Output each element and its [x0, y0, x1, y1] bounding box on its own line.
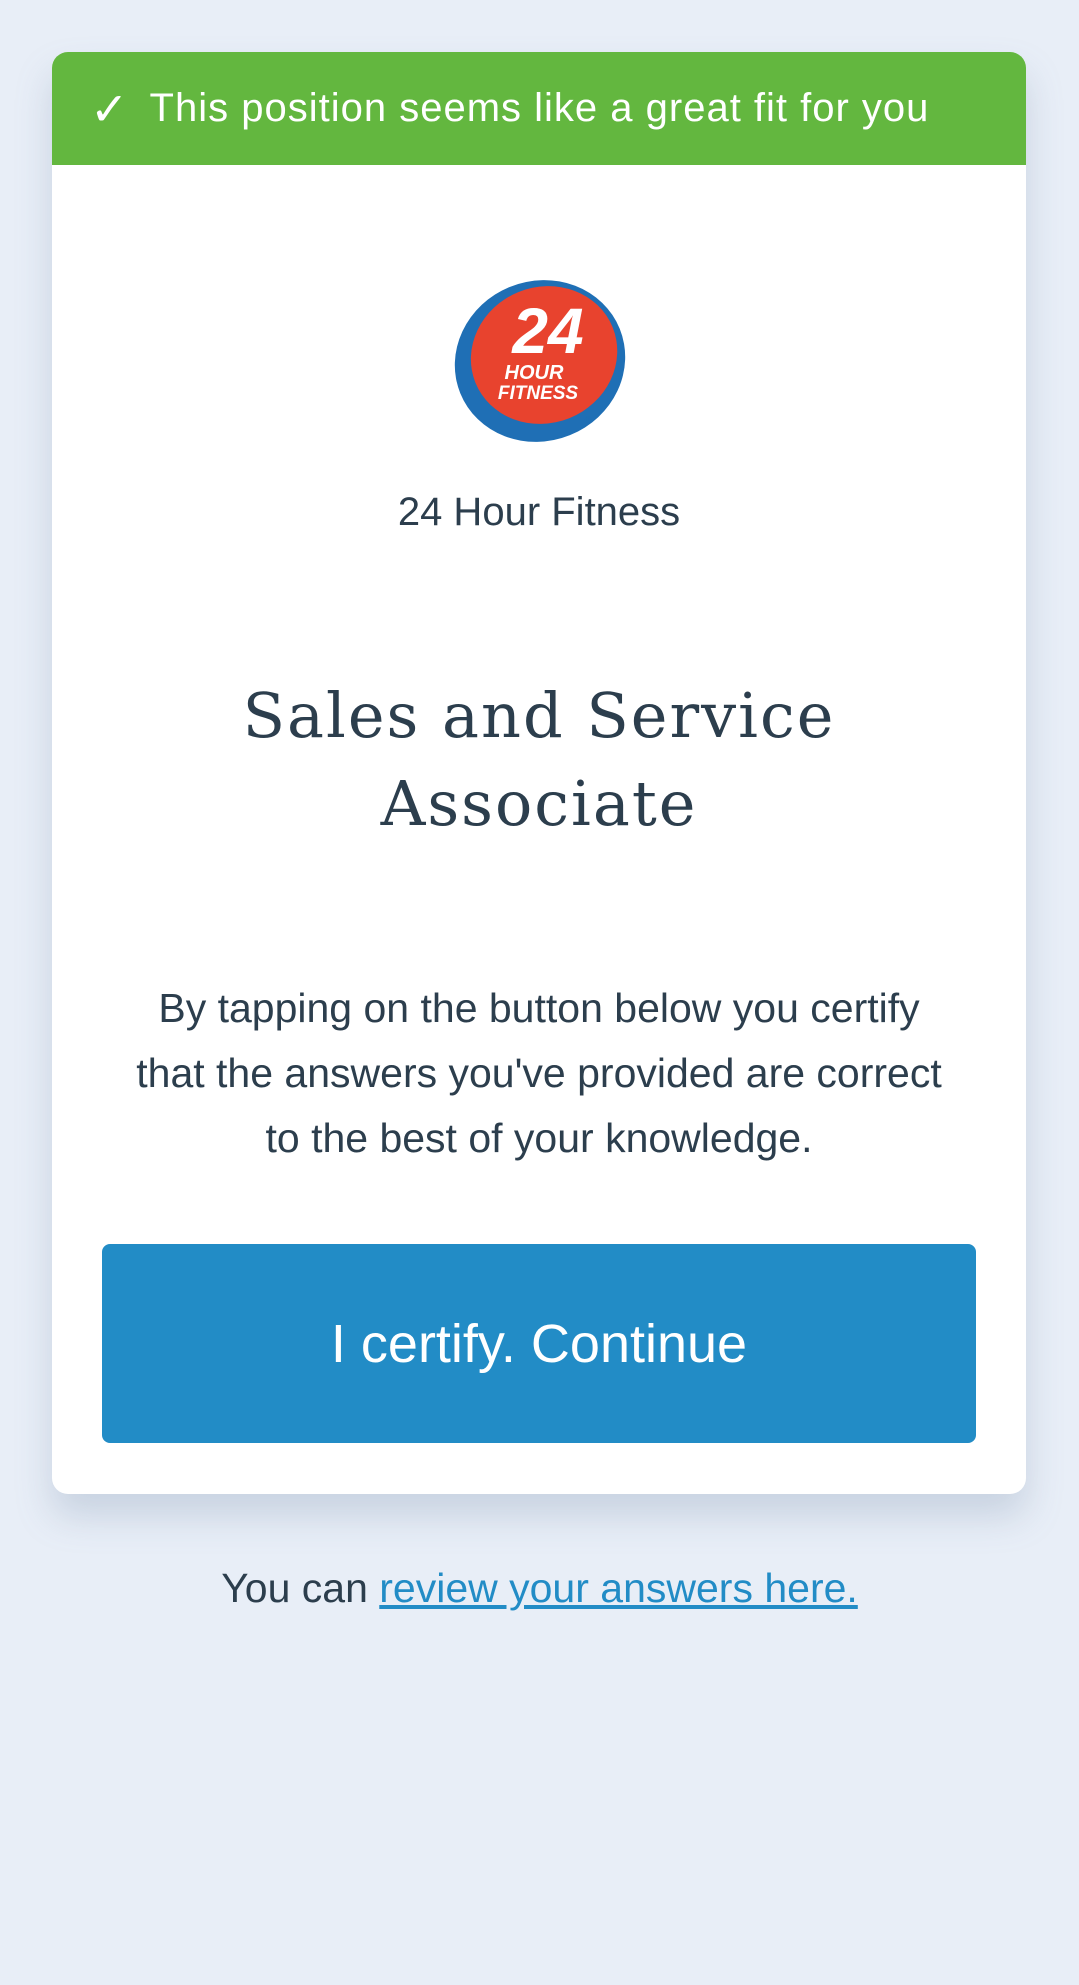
- certification-text: By tapping on the button below you certi…: [136, 985, 942, 1161]
- review-answers-line: You can review your answers here.: [0, 1565, 1079, 1612]
- review-prefix: You can: [221, 1565, 380, 1611]
- certify-continue-button[interactable]: I certify. Continue: [102, 1244, 976, 1443]
- logo-word-hour: HOUR: [505, 362, 564, 384]
- company-name: 24 Hour Fitness: [397, 490, 681, 534]
- review-answers-link[interactable]: review your answers here.: [379, 1565, 858, 1611]
- company-logo: 24 HOUR FITNESS ®: [454, 280, 626, 442]
- job-title: Sales and Service Associate: [242, 679, 836, 840]
- match-banner: ✓ This position seems like a great fit f…: [52, 52, 1026, 165]
- check-icon: ✓: [90, 81, 130, 136]
- logo-number: 24: [511, 295, 583, 367]
- job-card: ✓ This position seems like a great fit f…: [52, 52, 1026, 1494]
- logo-word-fitness: FITNESS: [498, 383, 579, 404]
- logo-registered: ®: [584, 416, 593, 426]
- match-banner-text: This position seems like a great fit for…: [149, 86, 930, 130]
